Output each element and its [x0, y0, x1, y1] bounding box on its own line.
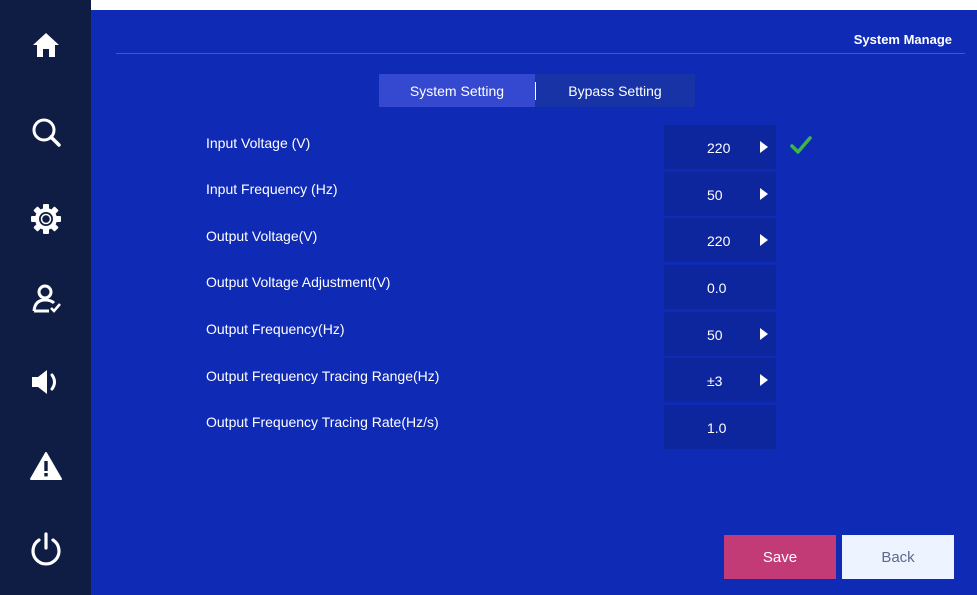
save-button[interactable]: Save — [724, 535, 836, 579]
tab-divider — [535, 82, 536, 100]
gear-icon — [30, 204, 61, 234]
value-text: 220 — [707, 140, 731, 156]
sidebar — [0, 0, 91, 595]
title-divider — [116, 53, 965, 54]
arrow-right-icon[interactable] — [760, 188, 768, 200]
nav-sound[interactable] — [0, 347, 91, 417]
setting-label-input-voltage: Input Voltage (V) — [206, 135, 311, 151]
home-icon — [32, 33, 59, 57]
nav-home[interactable] — [0, 10, 91, 80]
nav-search[interactable] — [0, 97, 91, 167]
setting-label-output-voltage-adjustment: Output Voltage Adjustment(V) — [206, 274, 391, 290]
tab-bypass-setting[interactable]: Bypass Setting — [535, 74, 695, 107]
tab-bar: System Setting Bypass Setting — [379, 74, 695, 107]
value-text: 0.0 — [707, 280, 727, 296]
value-output-voltage[interactable]: 220 — [664, 218, 776, 262]
arrow-right-icon[interactable] — [760, 328, 768, 340]
value-input-frequency[interactable]: 50 — [664, 172, 776, 216]
back-button[interactable]: Back — [842, 535, 954, 579]
setting-label-tracing-range: Output Frequency Tracing Range(Hz) — [206, 368, 440, 384]
setting-label-input-frequency: Input Frequency (Hz) — [206, 181, 338, 197]
nav-user-manage[interactable] — [0, 264, 91, 334]
arrow-right-icon[interactable] — [760, 374, 768, 386]
page-title: System Manage — [853, 32, 952, 47]
tab-bypass-label: Bypass Setting — [568, 82, 662, 99]
value-text: 50 — [707, 187, 723, 203]
setting-label-output-voltage: Output Voltage(V) — [206, 228, 318, 244]
setting-label-tracing-rate: Output Frequency Tracing Rate(Hz/s) — [206, 414, 439, 430]
value-text: 1.0 — [707, 420, 727, 436]
value-text: ±3 — [707, 373, 723, 389]
setting-label-output-frequency: Output Frequency(Hz) — [206, 321, 345, 337]
value-output-frequency[interactable]: 50 — [664, 312, 776, 356]
value-input-voltage[interactable]: 220 — [664, 125, 776, 169]
tab-system-setting[interactable]: System Setting — [379, 74, 535, 107]
speaker-icon — [31, 370, 56, 394]
main-panel: System Manage System Setting Bypass Sett… — [91, 10, 977, 595]
power-icon — [30, 532, 61, 566]
user-manage-icon — [32, 284, 61, 313]
value-output-voltage-adjustment[interactable]: 0.0 — [664, 265, 776, 309]
value-tracing-rate[interactable]: 1.0 — [664, 405, 776, 449]
nav-alarm[interactable] — [0, 431, 91, 501]
warning-icon — [29, 452, 62, 480]
nav-settings[interactable] — [0, 184, 91, 254]
value-text: 220 — [707, 233, 731, 249]
checkmark-icon — [790, 136, 812, 154]
arrow-right-icon[interactable] — [760, 141, 768, 153]
value-tracing-range[interactable]: ±3 — [664, 358, 776, 402]
arrow-right-icon[interactable] — [760, 234, 768, 246]
value-text: 50 — [707, 327, 723, 343]
nav-power[interactable] — [0, 515, 91, 585]
search-icon — [32, 118, 61, 147]
